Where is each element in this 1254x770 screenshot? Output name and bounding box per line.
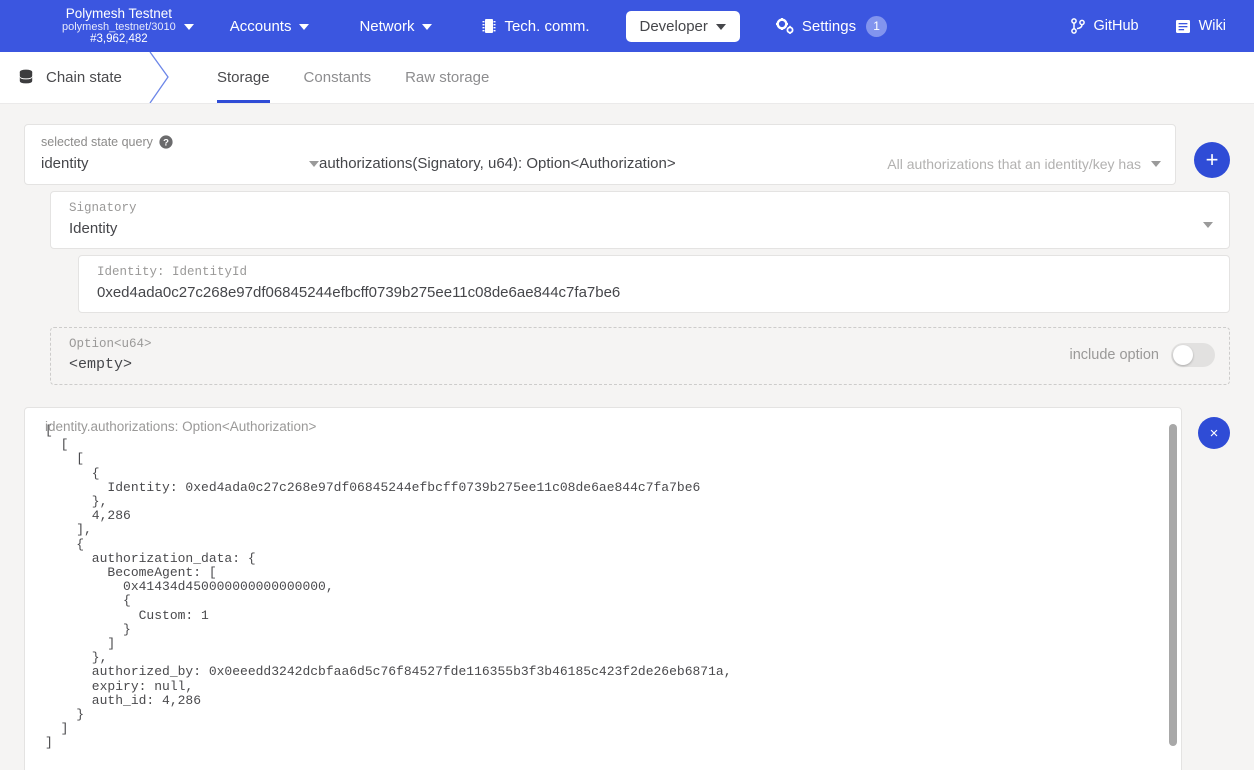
tab-constants[interactable]: Constants (287, 52, 389, 103)
chevron-down-icon (715, 24, 726, 30)
option-param-texts: Option<u64> <empty> (69, 337, 1070, 373)
nav-settings-label: Settings (801, 17, 857, 35)
database-icon (18, 69, 34, 86)
method-select-value: authorizations(Signatory, u64): Option<A… (319, 155, 676, 172)
include-option-control: include option (1069, 343, 1215, 367)
query-selects: identity authorizations(Signatory, u64):… (41, 155, 1161, 172)
module-select[interactable]: identity (41, 155, 319, 172)
link-github-label: GitHub (1093, 18, 1139, 34)
chain-name: Polymesh Testnet (65, 5, 173, 21)
chevron-down-icon (183, 23, 194, 30)
question-circle-icon[interactable]: ? (159, 135, 173, 149)
header-external-links: GitHub Wiki (1039, 12, 1230, 40)
identity-param-value: 0xed4ada0c27c268e97df06845244efbcff0739b… (97, 284, 621, 301)
chain-state-tabs: Storage Constants Raw storage (200, 52, 506, 103)
option-param-value: <empty> (69, 356, 133, 373)
option-u64-param: Option<u64> <empty> include option (50, 327, 1230, 385)
memory-chip-icon (482, 18, 496, 34)
result-json: [ [ [ { Identity: 0xed4ada0c27c268e97df0… (45, 423, 732, 751)
link-wiki[interactable]: Wiki (1171, 12, 1230, 40)
link-github[interactable]: GitHub (1067, 12, 1142, 40)
signatory-param-value: Identity (69, 220, 118, 237)
nav-item-settings[interactable]: Settings 1 (762, 9, 901, 44)
nav-item-tech-comm[interactable]: Tech. comm. (468, 11, 603, 42)
query-label: selected state query (41, 135, 153, 149)
breadcrumb-label: Chain state (46, 69, 122, 86)
tab-raw-storage-label: Raw storage (405, 69, 490, 86)
chain-info: Polymesh Testnet polymesh_testnet/3010 #… (62, 6, 176, 46)
result-scrollbar-thumb[interactable] (1169, 424, 1177, 746)
module-select-value: identity (41, 155, 89, 172)
settings-badge: 1 (866, 15, 888, 37)
signatory-param[interactable]: Signatory Identity (50, 191, 1230, 249)
book-icon (1175, 19, 1191, 34)
method-description: All authorizations that an identity/key … (887, 155, 1141, 172)
identity-param-label: Identity: IdentityId (97, 265, 248, 279)
identity-param[interactable]: Identity: IdentityId 0xed4ada0c27c268e97… (78, 255, 1230, 313)
svg-text:?: ? (163, 138, 169, 149)
nav-item-accounts[interactable]: Accounts (216, 11, 324, 42)
breadcrumb-separator-icon (149, 52, 182, 103)
git-branch-icon (1071, 18, 1086, 34)
result-scrollbar[interactable] (1169, 416, 1177, 766)
chevron-down-icon (1151, 160, 1161, 167)
gears-icon (775, 18, 794, 34)
chain-spec-version: polymesh_testnet/3010 (62, 20, 176, 33)
query-row: selected state query ? identity authoriz… (24, 124, 1230, 185)
chevron-down-icon (309, 160, 319, 167)
chevron-down-icon (299, 24, 310, 30)
breadcrumb[interactable]: Chain state (0, 52, 152, 103)
close-result-button[interactable]: × (1198, 417, 1230, 449)
method-select[interactable]: authorizations(Signatory, u64): Option<A… (319, 155, 1161, 172)
include-option-label: include option (1069, 347, 1160, 363)
include-option-toggle[interactable] (1171, 343, 1215, 367)
tab-constants-label: Constants (303, 69, 372, 86)
result-row: identity.authorizations: Option<Authoriz… (0, 385, 1254, 770)
nav-item-network[interactable]: Network (345, 11, 446, 42)
nav-tech-comm-label: Tech. comm. (504, 17, 590, 35)
toggle-knob (1173, 345, 1193, 365)
chevron-down-icon (1203, 222, 1213, 228)
tab-storage[interactable]: Storage (200, 52, 287, 103)
add-query-button[interactable]: + (1194, 142, 1230, 178)
query-section: selected state query ? identity authoriz… (0, 104, 1254, 185)
chevron-down-icon (422, 24, 433, 30)
nav-network-label: Network (359, 17, 415, 35)
option-param-label: Option<u64> (69, 337, 152, 351)
chain-state-page: Polymesh Testnet polymesh_testnet/3010 #… (0, 0, 1254, 770)
result-card: identity.authorizations: Option<Authoriz… (24, 407, 1182, 770)
secondary-navigation-bar: Chain state Storage Constants Raw storag… (0, 52, 1254, 104)
query-label-row: selected state query ? (41, 135, 1161, 149)
tab-raw-storage[interactable]: Raw storage (388, 52, 506, 103)
nav-accounts-label: Accounts (229, 17, 292, 35)
chain-selector[interactable]: Polymesh Testnet polymesh_testnet/3010 #… (62, 6, 194, 46)
nav-item-developer[interactable]: Developer (625, 10, 740, 42)
nav-developer-label: Developer (639, 17, 708, 35)
chain-block-number: #3,962,482 (90, 33, 148, 46)
top-navigation-bar: Polymesh Testnet polymesh_testnet/3010 #… (0, 0, 1254, 52)
query-card: selected state query ? identity authoriz… (24, 124, 1176, 185)
query-parameters: Signatory Identity Identity: IdentityId … (0, 191, 1254, 385)
link-wiki-label: Wiki (1198, 18, 1226, 34)
signatory-param-label: Signatory (69, 201, 137, 215)
tab-storage-label: Storage (217, 69, 270, 86)
